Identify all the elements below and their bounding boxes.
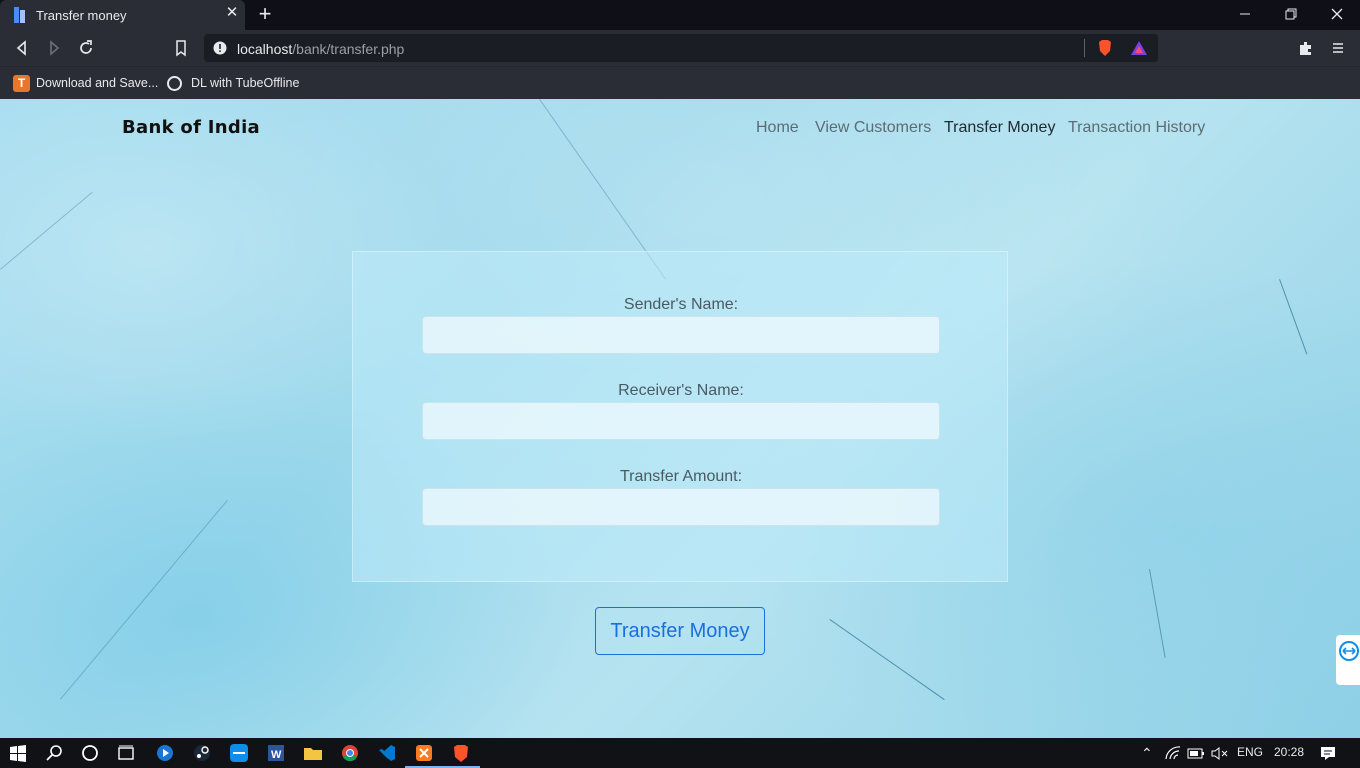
- clock[interactable]: 20:28: [1274, 745, 1304, 759]
- transfer-amount-input[interactable]: [422, 488, 940, 526]
- nav-transaction-history[interactable]: Transaction History: [1068, 119, 1205, 137]
- volume-muted-icon[interactable]: [1209, 743, 1229, 763]
- chevron-up-icon[interactable]: ⌃: [1141, 745, 1153, 762]
- menu-icon[interactable]: [1329, 39, 1347, 57]
- wifi-icon[interactable]: [1163, 743, 1183, 763]
- amount-label: Transfer Amount:: [619, 468, 743, 485]
- browser-tab-strip: Transfer money ✕ +: [0, 0, 1360, 30]
- extensions-icon[interactable]: [1297, 39, 1315, 57]
- svg-text:W: W: [271, 749, 282, 761]
- cortana-icon[interactable]: [80, 743, 100, 763]
- vscode-icon[interactable]: [377, 743, 397, 763]
- nav-view-customers[interactable]: View Customers: [815, 119, 931, 137]
- tab-title: Transfer money: [36, 8, 127, 23]
- bookmark-item-download[interactable]: T Download and Save...: [13, 73, 158, 93]
- media-player-icon[interactable]: [155, 743, 175, 763]
- brave-taskbar-icon[interactable]: [451, 743, 471, 763]
- brand-logo[interactable]: Bank of India: [122, 117, 260, 138]
- xampp-icon[interactable]: [414, 743, 434, 763]
- receiver-name-input[interactable]: [422, 402, 940, 440]
- tubeoffline-icon: T: [13, 75, 30, 93]
- url-text: localhost/bank/transfer.php: [237, 41, 405, 57]
- task-view-icon[interactable]: [116, 743, 136, 763]
- file-explorer-icon[interactable]: [303, 743, 323, 763]
- bookmark-label: Download and Save...: [36, 76, 159, 90]
- brave-rewards-icon[interactable]: [1130, 40, 1148, 56]
- close-window-icon[interactable]: [1327, 5, 1347, 23]
- tab-close-icon[interactable]: ✕: [225, 5, 239, 20]
- restore-icon[interactable]: [1281, 5, 1301, 23]
- address-bar[interactable]: localhost/bank/transfer.php: [204, 34, 1158, 62]
- back-icon[interactable]: [13, 39, 31, 57]
- bookmark-icon[interactable]: [172, 39, 190, 57]
- search-icon[interactable]: [45, 743, 65, 763]
- bookmark-item-dl-tubeoffline[interactable]: DL with TubeOffline: [167, 73, 299, 93]
- windows-start-icon[interactable]: [8, 743, 28, 763]
- info-icon[interactable]: [213, 41, 227, 55]
- battery-icon[interactable]: [1186, 743, 1206, 763]
- language-indicator[interactable]: ENG: [1237, 745, 1263, 759]
- new-tab-icon[interactable]: +: [256, 3, 274, 25]
- sender-label: Sender's Name:: [623, 296, 739, 313]
- teamviewer-widget[interactable]: [1336, 635, 1360, 685]
- notifications-icon[interactable]: [1318, 743, 1338, 763]
- teamviewer-taskbar-icon[interactable]: [229, 743, 249, 763]
- reload-icon[interactable]: [77, 39, 95, 57]
- nav-transfer-money[interactable]: Transfer Money: [944, 119, 1055, 137]
- globe-icon: [167, 76, 182, 92]
- forward-icon[interactable]: [45, 39, 63, 57]
- teamviewer-icon: [1339, 641, 1359, 661]
- transfer-money-button[interactable]: Transfer Money: [595, 607, 765, 655]
- browser-toolbar: localhost/bank/transfer.php: [0, 30, 1360, 66]
- receiver-label: Receiver's Name:: [618, 382, 744, 399]
- minimize-icon[interactable]: [1235, 5, 1255, 23]
- bookmark-label: DL with TubeOffline: [191, 76, 300, 90]
- browser-tab[interactable]: Transfer money ✕: [0, 0, 245, 30]
- steam-icon[interactable]: [192, 743, 212, 763]
- bookmarks-bar: T Download and Save... DL with TubeOfflin…: [0, 66, 1360, 99]
- windows-taskbar: W ⌃ ENG 20:28: [0, 738, 1360, 768]
- word-icon[interactable]: W: [266, 743, 286, 763]
- sender-name-input[interactable]: [422, 316, 940, 354]
- favicon-icon: [14, 7, 25, 23]
- nav-home[interactable]: Home: [756, 119, 799, 137]
- brave-shields-icon[interactable]: [1097, 39, 1113, 57]
- transfer-form: Sender's Name: Receiver's Name: Transfer…: [352, 251, 1008, 582]
- page-content: Bank of India Home View Customers Transf…: [0, 99, 1360, 738]
- chrome-icon[interactable]: [340, 743, 360, 763]
